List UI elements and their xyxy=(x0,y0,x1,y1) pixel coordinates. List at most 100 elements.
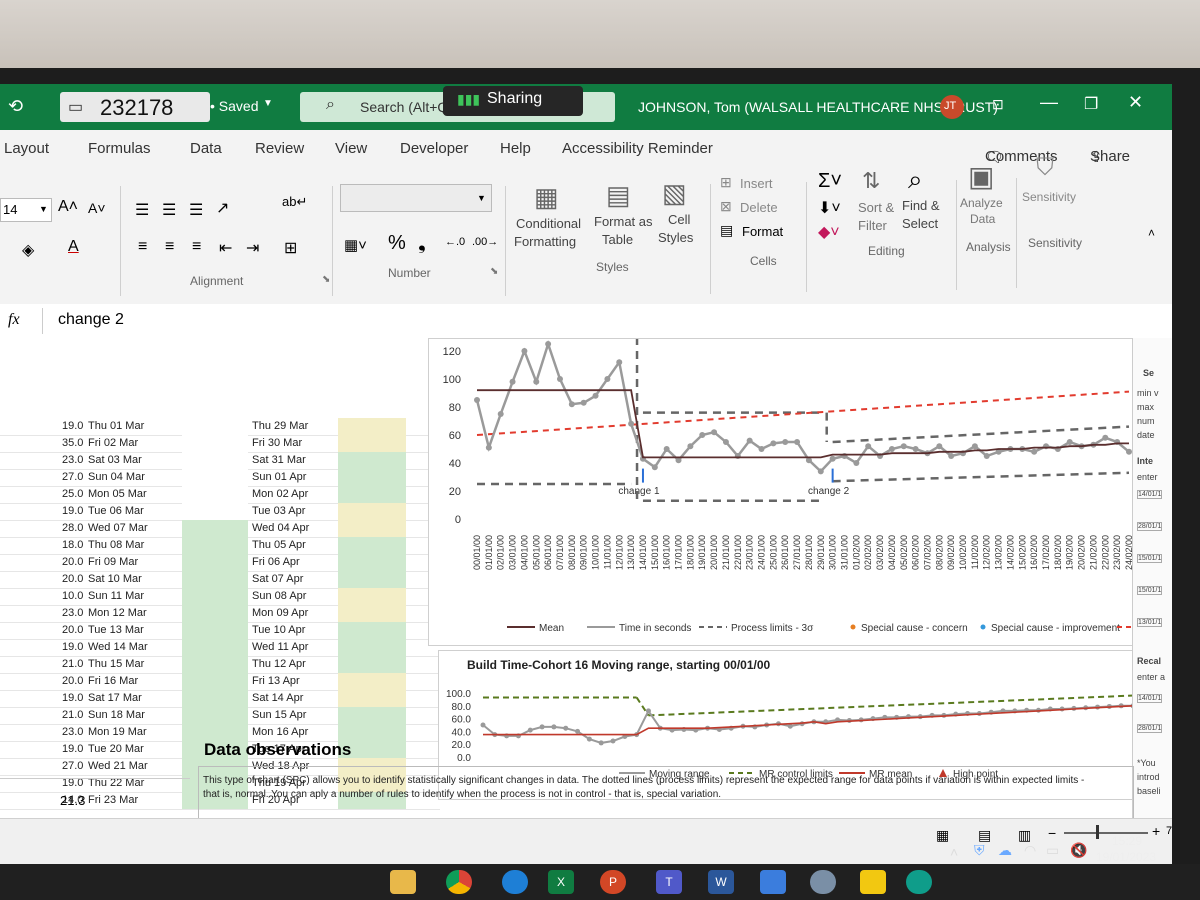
row-date-right[interactable]: Sat 14 Apr xyxy=(252,692,303,704)
row-date[interactable]: Sat 03 Mar xyxy=(88,454,142,466)
comma-icon[interactable]: ❟ xyxy=(418,232,426,255)
align-center-icon[interactable]: ≡ xyxy=(165,238,174,256)
row-date[interactable]: Fri 02 Mar xyxy=(88,437,138,449)
volume-icon[interactable]: 🔇 xyxy=(1070,842,1087,859)
status-cell[interactable] xyxy=(182,724,248,741)
row-date[interactable]: Fri 16 Mar xyxy=(88,675,138,687)
font-size-select[interactable]: 14 ▼ xyxy=(0,198,52,222)
power-bi-icon[interactable] xyxy=(860,870,886,894)
status-cell[interactable] xyxy=(182,469,248,486)
dialog-launcher-icon[interactable]: ⬊ xyxy=(490,266,498,277)
spc-chart[interactable]: 0 20 40 60 80 100 120 00/01/00 01/01/00 02/01/00 0… xyxy=(428,338,1172,646)
minimize-icon[interactable]: — xyxy=(1040,92,1058,113)
tab-data[interactable]: Data xyxy=(190,140,222,157)
row-date[interactable]: Sat 10 Mar xyxy=(88,573,142,585)
status-cell[interactable] xyxy=(338,707,406,724)
row-date-right[interactable]: Fri 30 Mar xyxy=(252,437,302,449)
tab-help[interactable]: Help xyxy=(500,140,531,157)
wrap-text-icon[interactable]: ab↵ xyxy=(282,194,307,210)
row-date-right[interactable]: Sat 07 Apr xyxy=(252,573,303,585)
status-cell[interactable] xyxy=(338,452,406,469)
status-cell[interactable] xyxy=(182,503,248,520)
formula-input[interactable]: change 2 xyxy=(58,311,124,329)
row-date-right[interactable]: Thu 12 Apr xyxy=(252,658,306,670)
clock-date[interactable]: 19/01/2023 xyxy=(1096,850,1156,864)
decrease-indent-icon[interactable]: ⇤ xyxy=(219,238,232,258)
row-date-right[interactable]: Sat 31 Mar xyxy=(252,454,306,466)
status-cell[interactable] xyxy=(182,588,248,605)
status-cell[interactable] xyxy=(338,588,406,605)
row-date-right[interactable]: Mon 09 Apr xyxy=(252,607,308,619)
collapse-ribbon-icon[interactable]: ˄ xyxy=(1148,226,1155,240)
insert-button[interactable]: ⊞ Insert xyxy=(720,174,792,194)
chart-app-icon[interactable] xyxy=(760,870,786,894)
teams-icon[interactable]: T xyxy=(656,870,682,894)
status-cell[interactable] xyxy=(338,435,406,452)
row-date[interactable]: Mon 19 Mar xyxy=(88,726,147,738)
tab-review[interactable]: Review xyxy=(255,140,304,157)
edge-icon[interactable] xyxy=(502,870,528,894)
status-cell[interactable] xyxy=(182,571,248,588)
row-date-right[interactable]: Wed 11 Apr xyxy=(252,641,308,653)
percent-icon[interactable]: % xyxy=(388,232,406,255)
clear-icon[interactable]: ◆˅ xyxy=(818,222,840,242)
excel-icon[interactable]: X xyxy=(548,870,574,894)
side-panel-recal-date[interactable]: 28/01/1 xyxy=(1137,724,1163,733)
conditional-formatting-button[interactable]: ▦ Conditional Formatting xyxy=(512,182,586,252)
row-date[interactable]: Tue 20 Mar xyxy=(88,743,144,755)
status-cell[interactable] xyxy=(182,622,248,639)
status-cell[interactable] xyxy=(338,554,406,571)
word-icon[interactable]: W xyxy=(708,870,734,894)
cell-styles-button[interactable]: ▧ Cell Styles xyxy=(656,178,702,248)
status-cell[interactable] xyxy=(338,605,406,622)
find-select-button[interactable]: ⌕ Find & Select xyxy=(902,164,952,236)
wifi-icon[interactable]: ◠ xyxy=(1024,842,1036,859)
close-icon[interactable]: ✕ xyxy=(1128,92,1143,113)
status-cell[interactable] xyxy=(338,724,406,741)
format-button[interactable]: ▤ Format xyxy=(720,222,800,242)
tab-layout[interactable]: Layout xyxy=(4,140,49,157)
status-cell[interactable] xyxy=(338,537,406,554)
font-color-icon[interactable]: A xyxy=(68,238,79,256)
row-date-right[interactable]: Sun 08 Apr xyxy=(252,590,306,602)
status-cell[interactable] xyxy=(338,520,406,537)
row-date[interactable]: Mon 05 Mar xyxy=(88,488,147,500)
row-date-right[interactable]: Thu 05 Apr xyxy=(252,539,306,551)
row-date-right[interactable]: Thu 29 Mar xyxy=(252,420,308,432)
autosave-icon[interactable]: ⟲ xyxy=(8,96,23,117)
row-value[interactable]: 27.0 xyxy=(62,760,83,772)
fill-color-icon[interactable]: ◈ xyxy=(22,240,34,260)
side-panel-date[interactable]: 13/01/1 xyxy=(1137,618,1163,627)
active-app-icon[interactable] xyxy=(906,870,932,894)
zoom-slider-handle[interactable] xyxy=(1096,825,1099,839)
increase-decimal-icon[interactable]: ←.0 xyxy=(445,236,465,248)
status-cell[interactable] xyxy=(338,622,406,639)
status-cell[interactable] xyxy=(182,673,248,690)
row-date-right[interactable]: Mon 16 Apr xyxy=(252,726,308,738)
status-cell[interactable] xyxy=(338,656,406,673)
status-cell[interactable] xyxy=(182,537,248,554)
increase-font-icon[interactable]: A˄ xyxy=(58,198,78,216)
row-value[interactable]: 19.0 xyxy=(62,420,83,432)
status-cell[interactable] xyxy=(182,486,248,503)
sort-filter-button[interactable]: ⇅ Sort & Filter xyxy=(856,168,900,238)
status-cell[interactable] xyxy=(182,656,248,673)
row-date[interactable]: Wed 07 Mar xyxy=(88,522,148,534)
side-panel-date[interactable]: 14/01/1 xyxy=(1137,490,1163,499)
row-date[interactable]: Sat 17 Mar xyxy=(88,692,142,704)
powerpoint-icon[interactable]: P xyxy=(600,870,626,894)
file-explorer-icon[interactable] xyxy=(390,870,416,894)
battery-icon[interactable]: ▭ xyxy=(1046,842,1059,859)
row-date[interactable]: Thu 01 Mar xyxy=(88,420,144,432)
status-cell[interactable] xyxy=(338,673,406,690)
status-cell[interactable] xyxy=(182,452,248,469)
sensitivity-button[interactable]: ⛉ Sensitivity xyxy=(1022,154,1082,214)
decrease-font-icon[interactable]: A˅ xyxy=(88,200,106,216)
snip-icon[interactable] xyxy=(810,870,836,894)
sharing-badge[interactable]: ▮▮▮ Sharing xyxy=(443,86,583,116)
onedrive-icon[interactable]: ☁ xyxy=(998,842,1012,859)
row-date-right[interactable]: Fri 06 Apr xyxy=(252,556,300,568)
fill-icon[interactable]: ⬇˅ xyxy=(818,198,841,218)
decrease-decimal-icon[interactable]: .00→ xyxy=(472,236,498,248)
chevron-down-icon[interactable]: ▼ xyxy=(263,98,273,109)
